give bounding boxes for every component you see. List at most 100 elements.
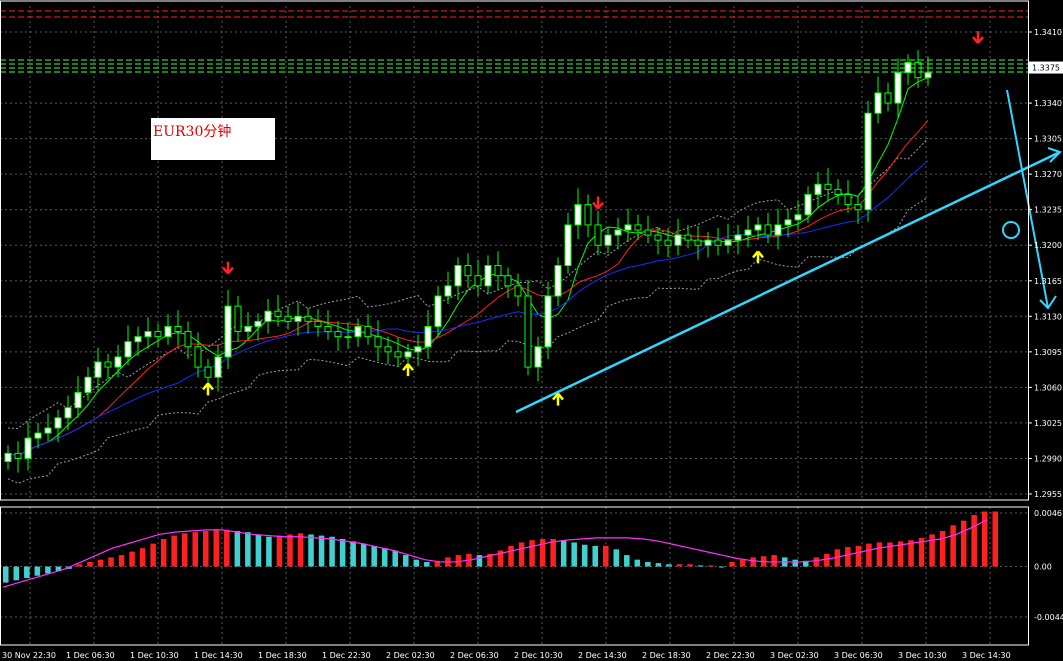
time-tick-label: 3 Dec 10:30	[898, 651, 947, 660]
up-arrow-signal	[552, 392, 564, 406]
histogram-bar	[13, 566, 20, 581]
bull-candle	[814, 183, 822, 195]
histogram-bar	[655, 563, 662, 567]
bear-candle	[654, 234, 662, 241]
histogram-bar	[550, 539, 556, 567]
histogram-bar	[266, 536, 272, 567]
bull-candle	[74, 391, 82, 409]
bull-candle	[24, 437, 32, 459]
time-tick-label: 2 Dec 14:30	[578, 651, 627, 660]
down-arrow-signal	[222, 261, 234, 275]
time-tick-label: 1 Dec 14:30	[194, 651, 243, 660]
bear-candle	[324, 325, 332, 333]
main-panel-frame	[0, 0, 1029, 501]
histogram-bar	[718, 566, 725, 568]
histogram-bar	[645, 561, 651, 567]
bull-candle	[224, 305, 232, 358]
bull-candle	[164, 325, 172, 338]
histogram-bar	[87, 561, 93, 567]
histogram-bar	[508, 545, 514, 567]
price-tick-label: 1.3025	[1034, 419, 1062, 428]
bull-candle	[444, 285, 452, 297]
histogram-bar	[24, 566, 30, 579]
histogram-bar	[813, 557, 820, 567]
time-axis: 30 Nov 22:30 1 Dec 06:30 1 Dec 10:30 1 Dec …	[2, 651, 1011, 660]
histogram-bar	[518, 542, 525, 567]
histogram-bar	[992, 511, 998, 567]
histogram-bar	[287, 534, 293, 567]
histogram-bar	[181, 533, 188, 567]
price-tick-label: 1.3165	[1034, 277, 1062, 286]
bear-candle	[194, 346, 202, 368]
time-tick-label: 2 Dec 10:30	[514, 651, 563, 660]
downtrend-arrow-line	[1006, 89, 1049, 309]
histogram-bar	[824, 553, 830, 567]
time-tick-label: 1 Dec 18:30	[258, 651, 307, 660]
histogram-bar	[255, 534, 262, 567]
histogram-bar	[129, 551, 135, 567]
histogram-bar	[792, 559, 798, 567]
indicator-axis: 0.00467 0.00 -0.0044	[1034, 509, 1063, 622]
histogram-bar	[381, 548, 388, 567]
bull-candle	[124, 341, 132, 358]
bear-candle	[104, 361, 112, 368]
time-tick-label: 30 Nov 22:30	[2, 651, 56, 660]
bull-candle	[674, 234, 682, 246]
up-arrow-signal	[752, 250, 764, 264]
down-arrow-signal	[972, 31, 984, 44]
bear-candle	[374, 336, 382, 348]
up-arrow-signal	[402, 363, 414, 377]
bear-candle	[274, 310, 282, 317]
histogram-bar	[666, 564, 672, 567]
bull-candle	[254, 320, 262, 327]
bull-candle	[734, 234, 742, 241]
bull-candle	[804, 193, 812, 216]
histogram-bar	[76, 564, 83, 567]
histogram-bar	[371, 545, 377, 567]
histogram-bar	[213, 529, 220, 567]
current-price-label: 1.3375	[1032, 64, 1060, 73]
bear-candle	[204, 366, 212, 378]
price-tick-label: 1.3095	[1034, 348, 1062, 357]
price-tick-label: 1.2990	[1034, 454, 1062, 463]
bull-candle	[294, 315, 302, 322]
bull-candle	[874, 92, 882, 114]
histogram-bar	[329, 536, 335, 567]
bull-candle	[344, 336, 352, 339]
histogram-bar	[392, 550, 398, 567]
histogram-bar	[413, 559, 420, 567]
resistance-lines	[0, 10, 1028, 73]
bull-candle	[574, 204, 582, 226]
bear-candle	[394, 351, 402, 358]
histogram-bar	[318, 535, 325, 567]
bull-candle	[744, 229, 752, 236]
histogram-bar	[950, 525, 956, 567]
bull-candle	[924, 72, 932, 79]
bull-candle	[134, 336, 142, 343]
candlesticks	[4, 50, 932, 473]
histogram-bar	[150, 543, 156, 567]
time-tick-label: 1 Dec 10:30	[130, 651, 179, 660]
histogram-bar	[581, 544, 588, 567]
chart-title: EUR30分钟	[153, 124, 232, 140]
histogram-bar	[34, 566, 41, 576]
price-tick-label: 1.3340	[1034, 99, 1062, 108]
price-tick-label: 1.3130	[1034, 312, 1062, 321]
bear-candle	[584, 204, 592, 226]
bear-candle	[914, 61, 922, 79]
bear-candle	[524, 295, 532, 368]
bear-candle	[304, 315, 312, 322]
histogram-bar	[708, 565, 714, 567]
histogram-bar	[108, 557, 114, 567]
bull-candle	[784, 219, 792, 226]
bull-candle	[624, 224, 632, 231]
bull-candle	[264, 310, 272, 322]
bear-candle	[234, 305, 242, 333]
macd-histogram	[3, 511, 998, 583]
bear-candle	[284, 315, 292, 322]
bull-candle	[414, 346, 422, 353]
bear-candle	[464, 265, 472, 277]
histogram-bar	[297, 533, 304, 567]
time-tick-label: 3 Dec 14:30	[962, 651, 1011, 660]
target-circle	[1002, 221, 1020, 239]
